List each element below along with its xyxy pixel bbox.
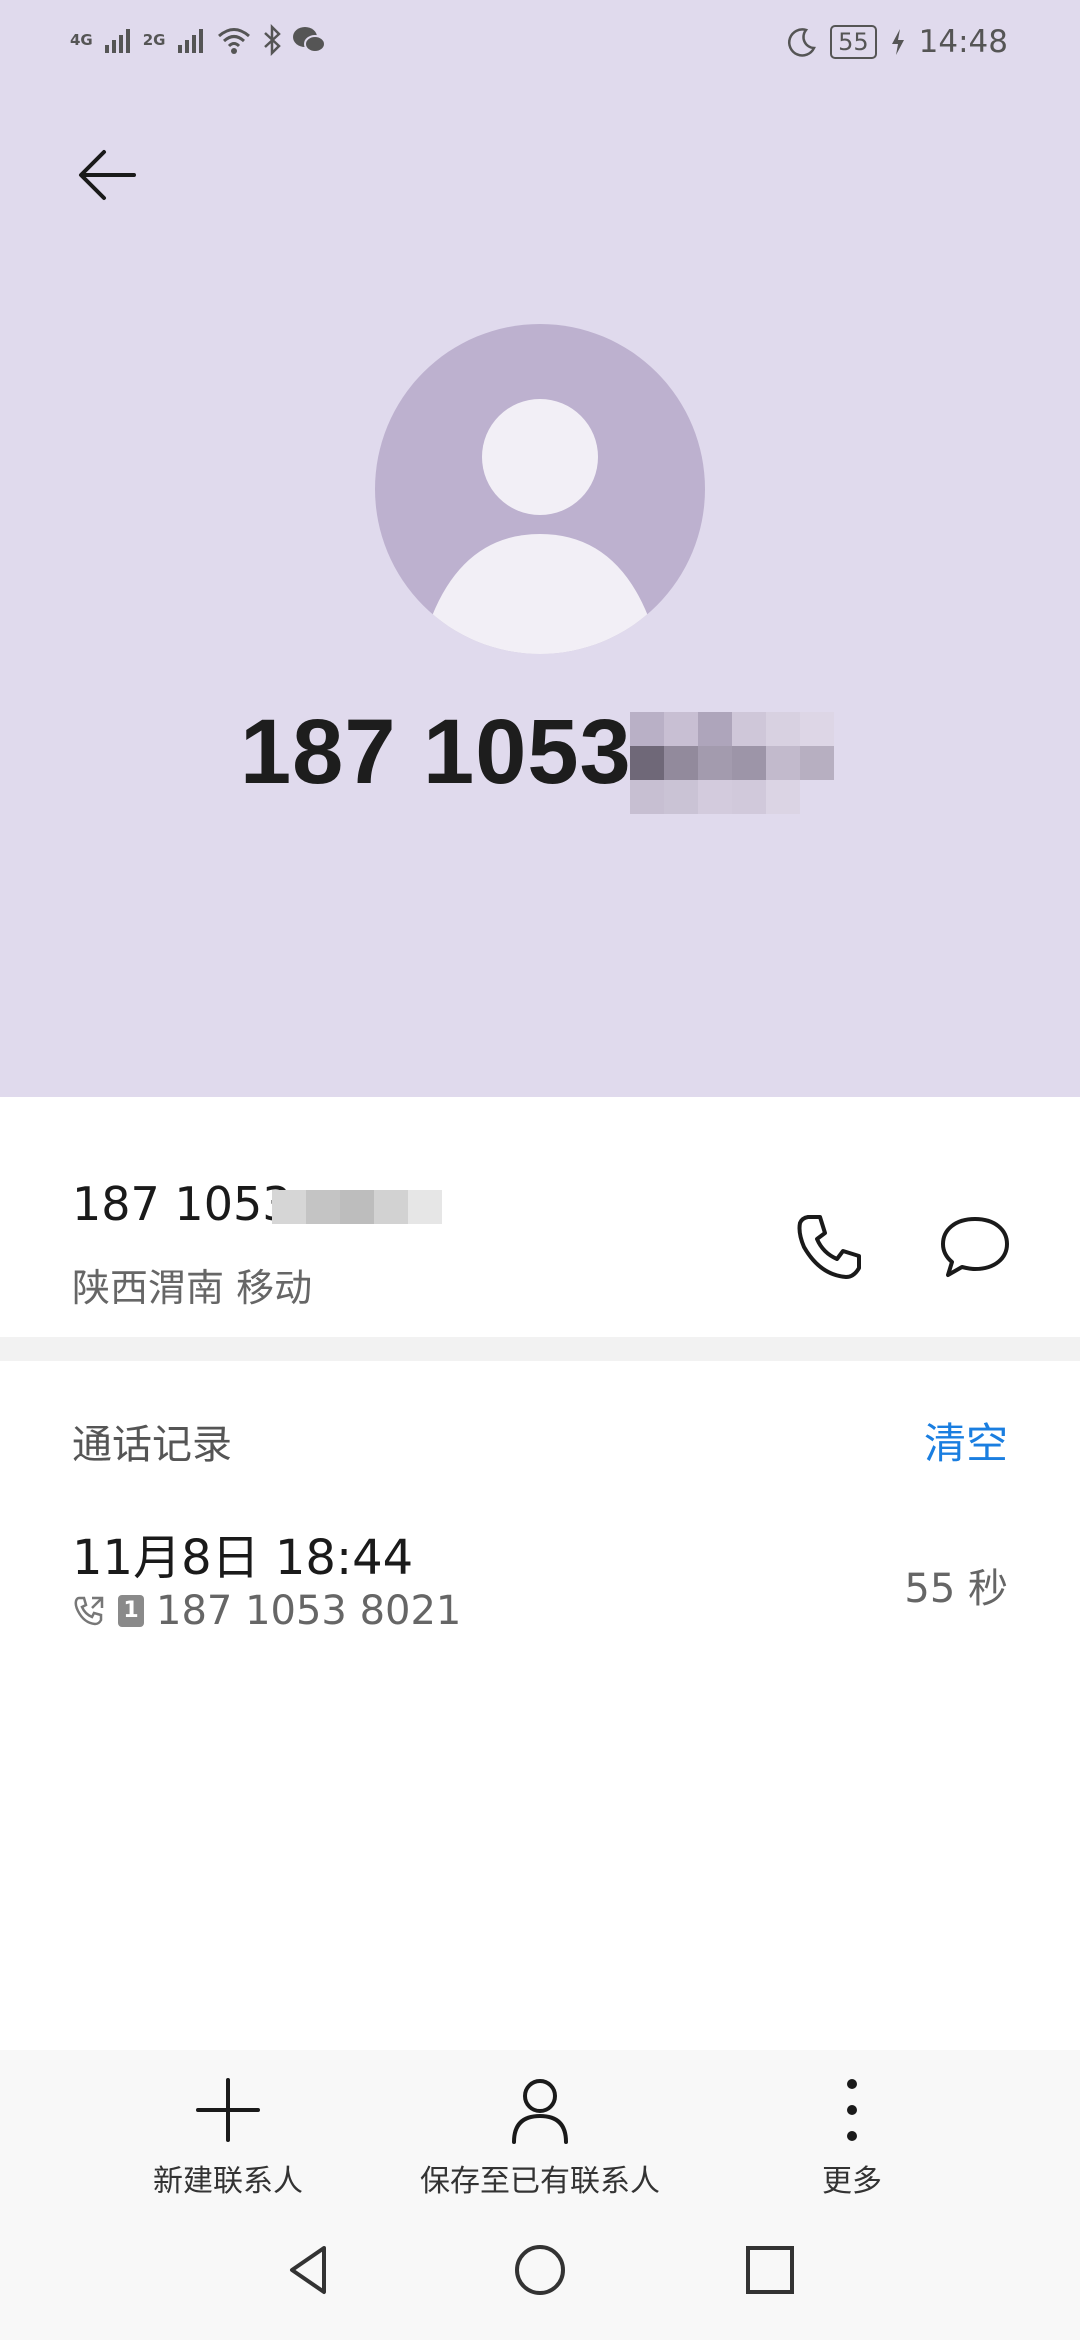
network-type-2: 2G bbox=[142, 30, 166, 49]
call-number: 187 1053 8021 bbox=[156, 1588, 462, 1634]
message-button[interactable] bbox=[935, 1207, 1015, 1287]
outgoing-call-icon bbox=[74, 1596, 104, 1626]
redacted-digits-mask-2 bbox=[272, 1190, 442, 1224]
avatar bbox=[375, 324, 705, 654]
more-label: 更多 bbox=[822, 2164, 882, 2199]
signal-icon-2 bbox=[177, 29, 203, 53]
call-duration: 55 秒 bbox=[904, 1566, 1008, 1612]
sim-card-badge: 1 bbox=[118, 1595, 144, 1627]
section-divider bbox=[0, 1337, 1080, 1361]
battery-indicator: 55 bbox=[830, 25, 877, 59]
contact-number: 187 1053 bbox=[72, 1177, 292, 1231]
nav-back-icon[interactable] bbox=[280, 2240, 340, 2300]
call-datetime: 11月8日 18:44 bbox=[72, 1530, 414, 1586]
moon-icon bbox=[788, 28, 817, 57]
new-contact-button[interactable]: 新建联系人 bbox=[78, 2070, 378, 2210]
clear-log-button[interactable]: 清空 bbox=[924, 1410, 1008, 1471]
contact-row[interactable]: 187 1053 陕西渭南 移动 bbox=[0, 1097, 1080, 1337]
bluetooth-icon bbox=[263, 24, 281, 56]
status-left: 4G 2G bbox=[70, 24, 326, 56]
redacted-digits-mask bbox=[630, 712, 834, 814]
arrow-left-icon bbox=[79, 150, 136, 200]
status-bar: 4G 2G 55 14:48 bbox=[0, 0, 1080, 92]
contact-header: 4G 2G 55 14:48 187 1053 bbox=[0, 0, 1080, 1097]
nav-home-icon[interactable] bbox=[510, 2240, 570, 2300]
new-contact-label: 新建联系人 bbox=[153, 2164, 303, 2199]
signal-icon bbox=[104, 29, 130, 53]
charging-icon bbox=[891, 29, 904, 55]
person-icon bbox=[512, 2079, 568, 2144]
clock: 14:48 bbox=[918, 24, 1008, 60]
more-button[interactable]: 更多 bbox=[702, 2070, 1002, 2210]
save-to-existing-contact-button[interactable]: 保存至已有联系人 bbox=[390, 2070, 690, 2210]
message-bubble-icon bbox=[941, 1217, 1009, 1277]
carrier-location: 陕西渭南 移动 bbox=[72, 1266, 313, 1310]
back-button[interactable] bbox=[72, 140, 142, 210]
status-right: 55 14:48 bbox=[786, 24, 1008, 60]
network-type-1: 4G bbox=[70, 30, 93, 49]
plus-icon bbox=[196, 2078, 260, 2142]
wifi-icon bbox=[217, 28, 250, 54]
wechat-icon bbox=[292, 27, 326, 53]
save-to-existing-label: 保存至已有联系人 bbox=[420, 2164, 660, 2199]
call-details: 1 187 1053 8021 bbox=[72, 1588, 461, 1634]
nav-recents-icon[interactable] bbox=[740, 2240, 800, 2300]
phone-icon bbox=[797, 1215, 861, 1279]
call-button[interactable] bbox=[790, 1207, 870, 1287]
more-vertical-icon bbox=[847, 2079, 857, 2141]
person-placeholder-icon bbox=[432, 399, 648, 654]
call-log-title: 通话记录 bbox=[72, 1422, 232, 1468]
